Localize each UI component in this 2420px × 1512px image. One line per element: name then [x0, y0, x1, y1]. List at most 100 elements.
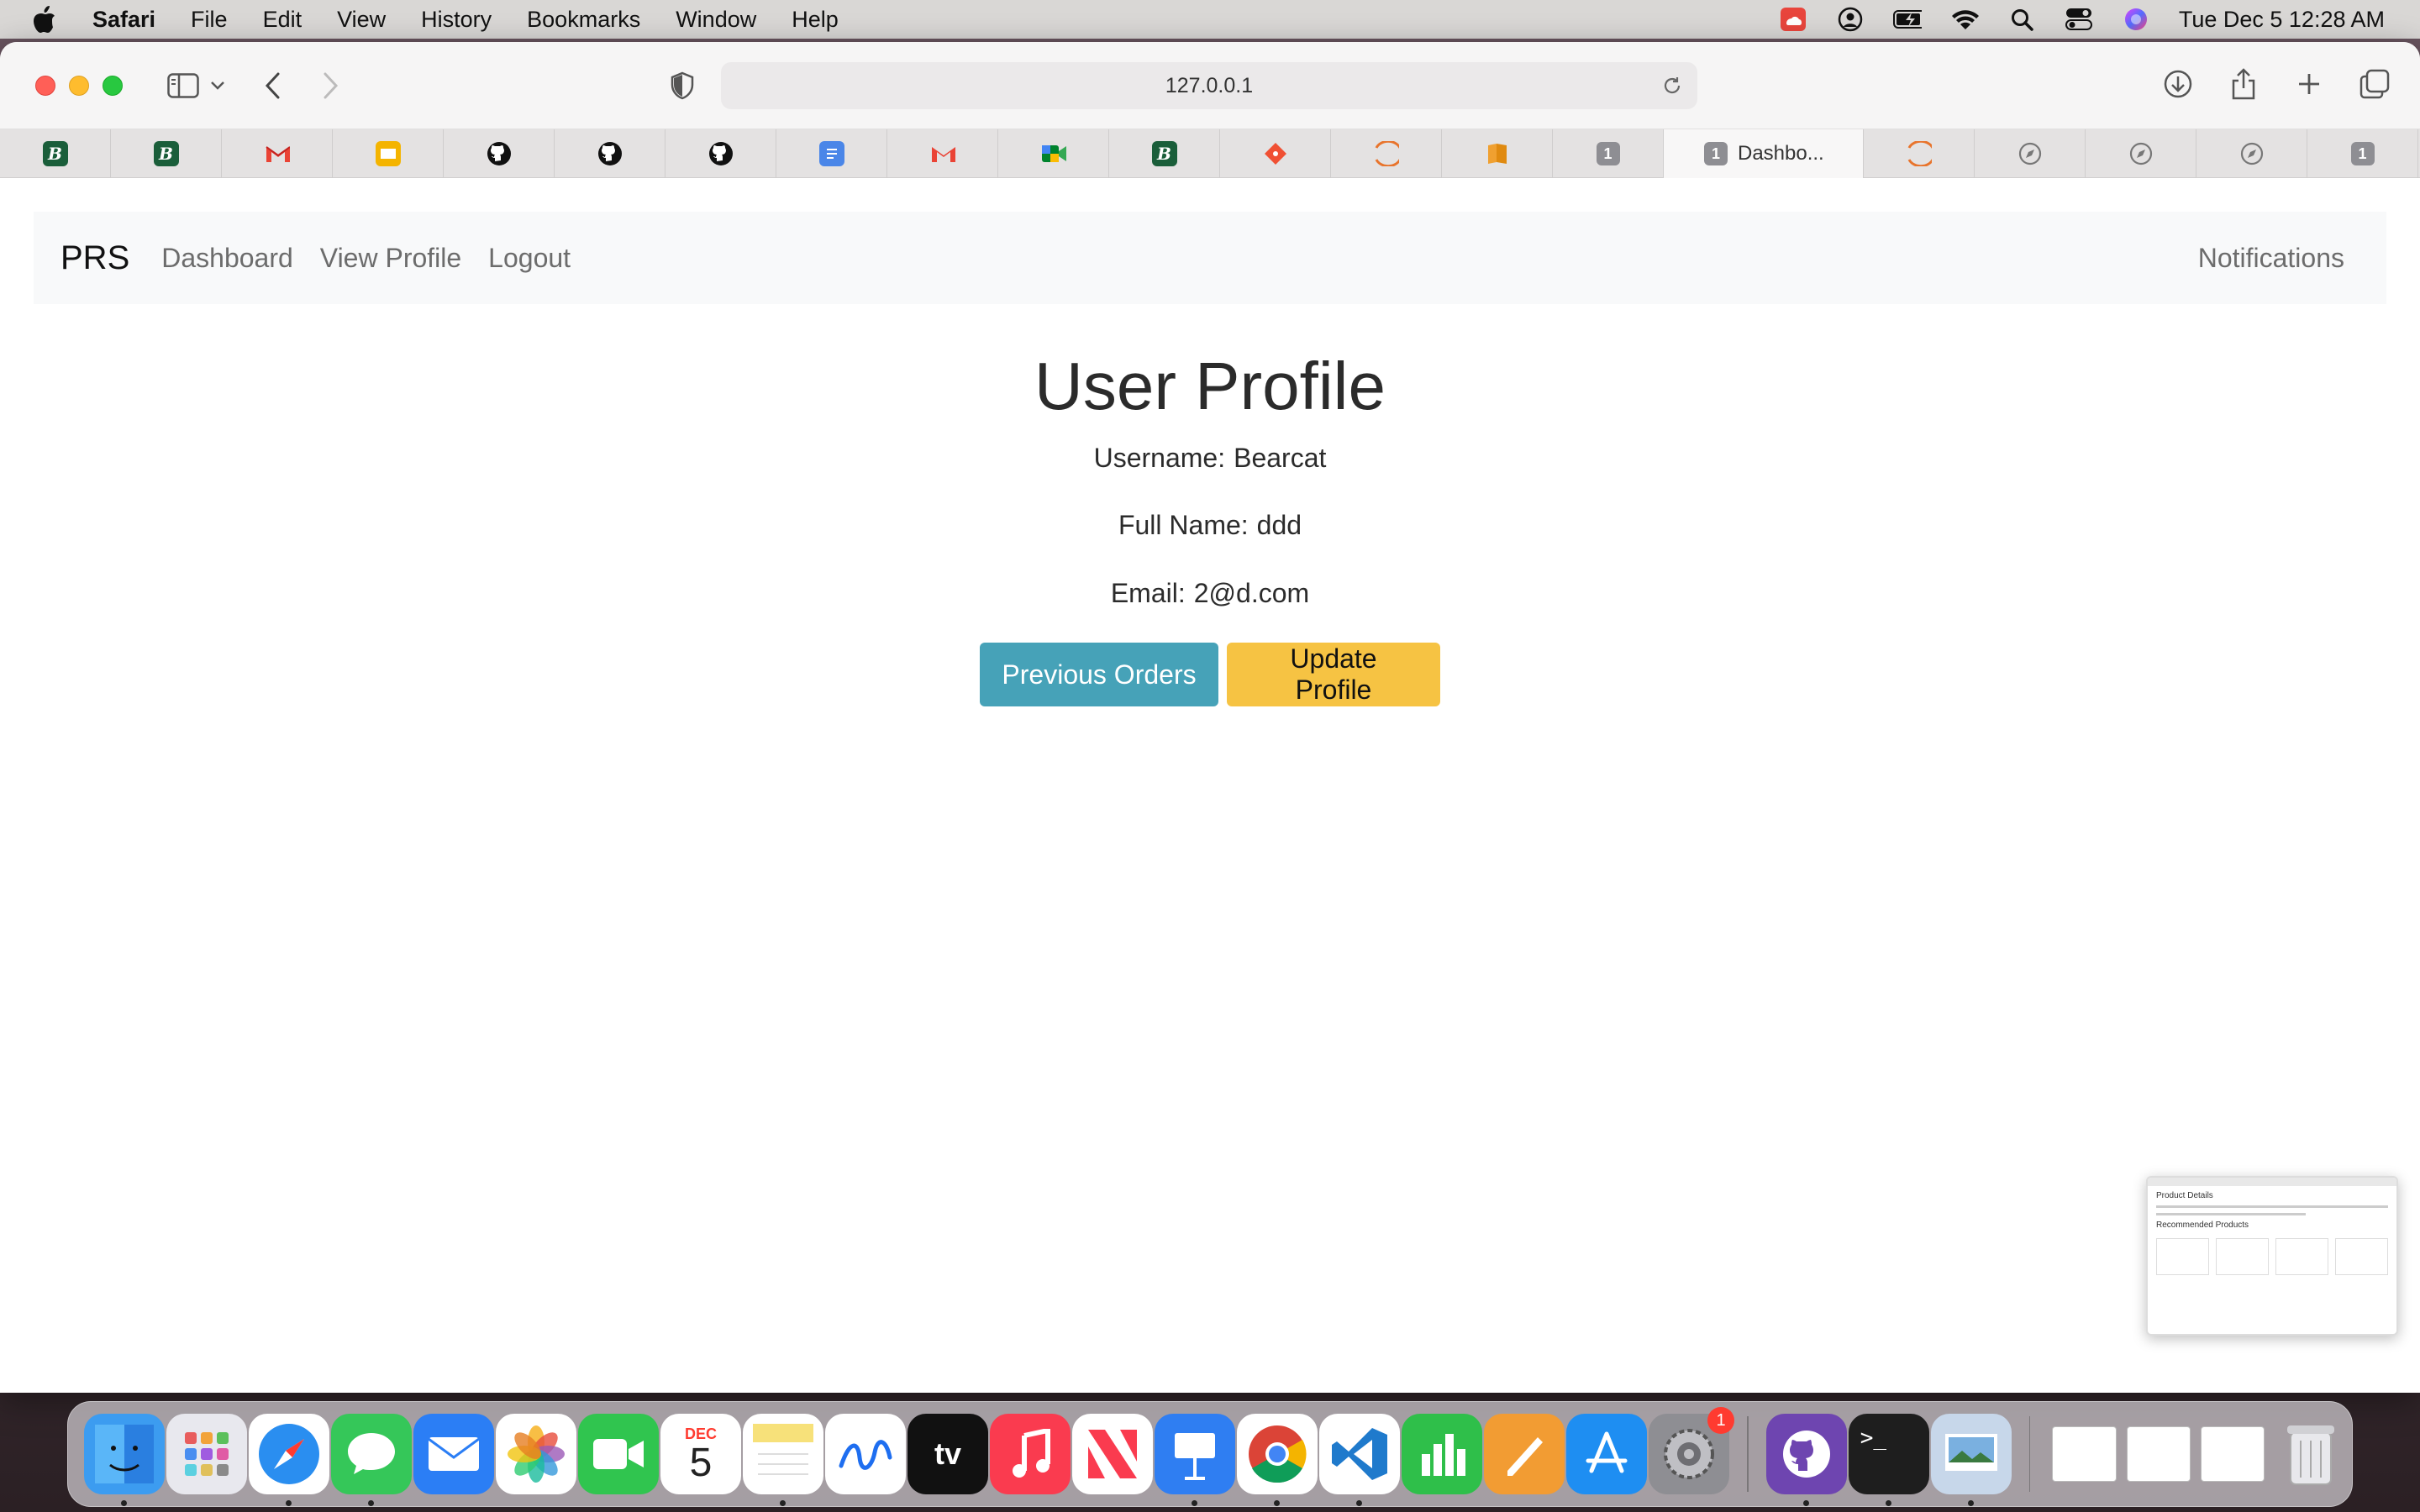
spotlight-search-icon[interactable]: [2007, 7, 2036, 32]
app-menu-safari[interactable]: Safari: [92, 7, 155, 33]
close-window-button[interactable]: [35, 75, 55, 96]
docs-icon: [818, 141, 844, 166]
menubar-clock[interactable]: Tue Dec 5 12:28 AM: [2179, 7, 2385, 33]
maximize-window-button[interactable]: [103, 75, 123, 96]
thumbnail-subtitle: Recommended Products: [2156, 1221, 2249, 1230]
github-desktop-icon[interactable]: [1765, 1414, 1847, 1506]
running-indicator: [1274, 1500, 1280, 1506]
tab-pinned[interactable]: B: [1109, 129, 1220, 178]
username-row: Username: Bearcat: [0, 442, 2420, 474]
finder-icon[interactable]: [84, 1414, 165, 1506]
tab-pinned[interactable]: [776, 129, 887, 178]
menu-window[interactable]: Window: [676, 7, 756, 33]
thumbnail-card: [2335, 1238, 2388, 1275]
menu-edit[interactable]: Edit: [263, 7, 302, 33]
creative-cloud-icon[interactable]: [1779, 7, 1807, 32]
terminal-icon[interactable]: >_: [1848, 1414, 1929, 1506]
chevron-down-icon[interactable]: [205, 67, 230, 104]
tab-pinned[interactable]: [1975, 129, 2086, 178]
tab-pinned[interactable]: 1: [2307, 129, 2418, 178]
preview-icon[interactable]: [1930, 1414, 2012, 1506]
apple-menu-icon[interactable]: [32, 5, 64, 34]
photos-icon[interactable]: [496, 1414, 576, 1494]
screenshot-thumbnail[interactable]: Product Details Recommended Products: [2146, 1176, 2398, 1336]
menu-bookmarks[interactable]: Bookmarks: [527, 7, 640, 33]
tab-pinned[interactable]: 1: [1553, 129, 1664, 178]
tab-pinned[interactable]: [1331, 129, 1442, 178]
keynote-icon[interactable]: [1155, 1414, 1235, 1506]
share-icon[interactable]: [2225, 66, 2262, 102]
menu-file[interactable]: File: [191, 7, 228, 33]
tab-pinned[interactable]: [333, 129, 444, 178]
tab-pinned[interactable]: [2196, 129, 2307, 178]
new-tab-icon[interactable]: [2291, 66, 2328, 102]
tab-pinned[interactable]: [666, 129, 776, 178]
minimize-window-button[interactable]: [69, 75, 89, 96]
forward-button[interactable]: [313, 67, 350, 104]
music-icon[interactable]: [990, 1414, 1071, 1494]
trash-icon[interactable]: [2270, 1414, 2351, 1494]
nav-dashboard-link[interactable]: Dashboard: [161, 243, 293, 274]
tab-overview-icon[interactable]: [2356, 66, 2393, 102]
tab-pinned[interactable]: [555, 129, 666, 178]
wifi-icon[interactable]: [1950, 7, 1979, 32]
messages-icon[interactable]: [331, 1414, 412, 1506]
numbers-icon[interactable]: [1402, 1414, 1482, 1494]
minimized-window-thumbnail[interactable]: [2126, 1426, 2191, 1482]
menu-help[interactable]: Help: [792, 7, 839, 33]
menu-view[interactable]: View: [337, 7, 386, 33]
address-bar[interactable]: 127.0.0.1: [721, 62, 1697, 109]
slides-icon: [375, 141, 401, 166]
minimized-window-thumbnail[interactable]: [2052, 1426, 2117, 1482]
vscode-icon[interactable]: [1319, 1414, 1400, 1506]
notes-icon[interactable]: [743, 1414, 823, 1506]
tab-pinned[interactable]: [444, 129, 555, 178]
control-center-icon[interactable]: [2065, 7, 2093, 32]
news-icon[interactable]: [1072, 1414, 1153, 1494]
freeform-icon[interactable]: [825, 1414, 906, 1494]
facetime-icon[interactable]: [578, 1414, 659, 1494]
app-store-icon[interactable]: [1566, 1414, 1647, 1494]
nav-notifications-link[interactable]: Notifications: [2198, 243, 2344, 274]
siri-icon[interactable]: [2122, 7, 2150, 32]
tab-pinned[interactable]: [222, 129, 333, 178]
calendar-icon[interactable]: DEC 5: [660, 1414, 741, 1494]
brand-link[interactable]: PRS: [60, 239, 129, 277]
tab-pinned[interactable]: [1220, 129, 1331, 178]
back-button[interactable]: [254, 67, 291, 104]
tab-pinned[interactable]: [2086, 129, 2196, 178]
battery-charging-icon[interactable]: [1892, 7, 1922, 32]
tab-pinned[interactable]: B: [0, 129, 111, 178]
nav-logout-link[interactable]: Logout: [488, 243, 571, 274]
system-settings-icon[interactable]: 1: [1649, 1407, 1734, 1494]
minimized-window-thumbnail[interactable]: [2200, 1426, 2265, 1482]
tab-pinned[interactable]: [998, 129, 1109, 178]
compass-icon: [2128, 141, 2154, 166]
compass-icon: [2018, 141, 2043, 166]
fullname-label: Full Name:: [1118, 510, 1249, 541]
launchpad-icon[interactable]: [166, 1414, 247, 1494]
user-circle-icon[interactable]: [1836, 7, 1865, 32]
update-profile-button[interactable]: Update Profile: [1227, 643, 1440, 707]
privacy-shield-icon[interactable]: [664, 67, 701, 104]
nav-view-profile-link[interactable]: View Profile: [320, 243, 461, 274]
sidebar-toggle-icon[interactable]: [165, 67, 202, 104]
safari-icon[interactable]: [249, 1414, 329, 1506]
b-logo-icon: B: [1151, 141, 1177, 166]
running-indicator: [780, 1500, 786, 1506]
reload-icon[interactable]: [1659, 72, 1686, 99]
previous-orders-button[interactable]: Previous Orders: [980, 643, 1218, 707]
tab-pinned[interactable]: B: [111, 129, 222, 178]
chrome-icon[interactable]: [1237, 1414, 1318, 1506]
menu-history[interactable]: History: [421, 7, 492, 33]
tab-dashboard-active[interactable]: 1 Dashbo...: [1664, 129, 1864, 178]
downloads-icon[interactable]: [2160, 66, 2196, 102]
tab-pinned[interactable]: [887, 129, 998, 178]
tab-pinned[interactable]: [1442, 129, 1553, 178]
pages-icon[interactable]: [1484, 1414, 1565, 1494]
b-logo-icon: B: [42, 141, 68, 166]
mail-icon[interactable]: [413, 1414, 494, 1494]
appletv-icon[interactable]: tv: [908, 1414, 988, 1494]
running-indicator: [1356, 1500, 1362, 1506]
tab-pinned[interactable]: [1864, 129, 1975, 178]
